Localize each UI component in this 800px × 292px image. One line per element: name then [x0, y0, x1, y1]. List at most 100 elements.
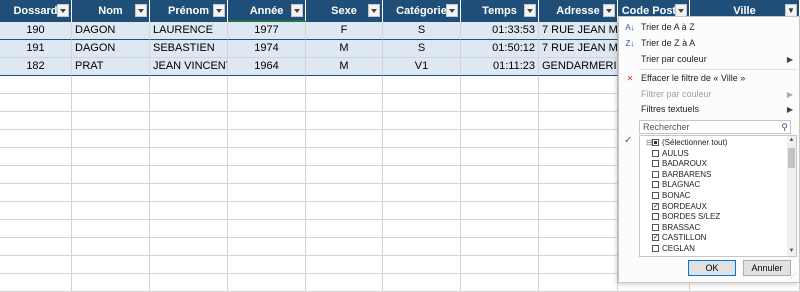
table-cell[interactable]: JEAN VINCENT — [150, 58, 228, 76]
table-cell[interactable] — [539, 202, 618, 220]
filter-value-item[interactable]: BORDES S/LEZ — [640, 212, 780, 222]
column-header[interactable]: Sexe — [306, 0, 383, 22]
table-cell[interactable] — [0, 256, 72, 274]
table-cell[interactable] — [383, 184, 461, 202]
checkbox[interactable] — [652, 149, 659, 157]
table-cell[interactable] — [539, 130, 618, 148]
checkbox[interactable] — [652, 223, 659, 231]
table-cell[interactable] — [0, 274, 72, 292]
table-cell[interactable]: 01:11:23 — [461, 58, 539, 76]
table-cell[interactable] — [306, 256, 383, 274]
table-cell[interactable] — [383, 220, 461, 238]
cancel-button[interactable]: Annuler — [743, 260, 791, 276]
table-cell[interactable] — [461, 112, 539, 130]
table-cell[interactable]: S — [383, 40, 461, 58]
table-cell[interactable] — [461, 148, 539, 166]
table-cell[interactable]: DAGON — [72, 40, 150, 58]
table-cell[interactable] — [150, 94, 228, 112]
table-cell[interactable]: SEBASTIEN — [150, 40, 228, 58]
text-filters-item[interactable]: Filtres textuels ▶ — [619, 102, 799, 117]
table-cell[interactable] — [539, 238, 618, 256]
table-cell[interactable] — [306, 238, 383, 256]
table-cell[interactable] — [72, 148, 150, 166]
table-cell[interactable] — [461, 274, 539, 292]
table-cell[interactable] — [72, 256, 150, 274]
table-cell[interactable] — [228, 76, 306, 94]
table-cell[interactable] — [383, 166, 461, 184]
checkbox[interactable] — [652, 245, 659, 252]
filter-value-item[interactable]: BLAGNAC — [640, 180, 780, 190]
table-cell[interactable] — [539, 148, 618, 166]
table-cell[interactable] — [72, 202, 150, 220]
table-cell[interactable] — [0, 184, 72, 202]
table-cell[interactable] — [383, 76, 461, 94]
column-header[interactable]: Année — [228, 0, 306, 22]
table-cell[interactable] — [539, 220, 618, 238]
filter-dropdown-icon[interactable] — [291, 4, 303, 17]
filter-dropdown-icon[interactable] — [603, 4, 615, 17]
checkbox[interactable] — [652, 170, 659, 178]
table-cell[interactable]: 190 — [0, 22, 72, 40]
table-cell[interactable] — [0, 94, 72, 112]
table-cell[interactable] — [228, 166, 306, 184]
table-cell[interactable] — [539, 94, 618, 112]
resize-grip-icon[interactable]: ⋰ — [790, 272, 797, 280]
table-cell[interactable] — [150, 274, 228, 292]
table-cell[interactable]: M — [306, 58, 383, 76]
table-cell[interactable]: LAURENCE — [150, 22, 228, 40]
table-cell[interactable] — [72, 184, 150, 202]
filter-value-item[interactable]: ✓ BORDEAUX — [640, 202, 780, 212]
table-cell[interactable] — [228, 220, 306, 238]
checkbox[interactable] — [652, 139, 659, 146]
table-cell[interactable]: DAGON — [72, 22, 150, 40]
filter-by-color-item[interactable]: Filtrer par couleur ▶ — [619, 87, 799, 102]
table-cell[interactable] — [0, 130, 72, 148]
column-header[interactable]: Catégorie — [383, 0, 461, 22]
checkbox[interactable] — [652, 181, 659, 189]
table-cell[interactable] — [539, 274, 618, 292]
table-cell[interactable] — [306, 94, 383, 112]
table-cell[interactable] — [461, 130, 539, 148]
table-cell[interactable] — [461, 184, 539, 202]
table-cell[interactable] — [0, 112, 72, 130]
table-cell[interactable] — [306, 274, 383, 292]
table-cell[interactable] — [383, 148, 461, 166]
table-cell[interactable] — [383, 130, 461, 148]
table-cell[interactable] — [72, 166, 150, 184]
table-cell[interactable] — [461, 256, 539, 274]
table-cell[interactable] — [228, 184, 306, 202]
table-cell[interactable] — [306, 220, 383, 238]
sort-z-a-item[interactable]: Z↓ Trier de Z à A — [619, 36, 799, 51]
table-cell[interactable]: 01:50:12 — [461, 40, 539, 58]
table-cell[interactable]: F — [306, 22, 383, 40]
table-cell[interactable] — [461, 166, 539, 184]
table-cell[interactable]: GENDARMERIE DE — [539, 58, 618, 76]
table-cell[interactable] — [461, 76, 539, 94]
filter-value-item[interactable]: AULUS — [640, 149, 780, 159]
table-cell[interactable] — [539, 256, 618, 274]
table-cell[interactable]: PRAT — [72, 58, 150, 76]
table-cell[interactable] — [306, 112, 383, 130]
table-cell[interactable] — [150, 130, 228, 148]
filter-dropdown-icon[interactable] — [57, 4, 69, 17]
filter-value-item[interactable]: BARBARENS — [640, 170, 780, 180]
filter-value-item[interactable]: CEGLAN — [640, 244, 780, 254]
table-cell[interactable]: 1977 — [228, 22, 306, 40]
table-cell[interactable] — [150, 220, 228, 238]
checkbox[interactable]: ✓ — [652, 202, 659, 210]
checkbox[interactable] — [652, 160, 659, 168]
table-cell[interactable] — [306, 130, 383, 148]
values-scrollbar[interactable]: ▲ ▼ — [787, 136, 796, 256]
table-cell[interactable] — [539, 184, 618, 202]
table-cell[interactable]: 01:33:53 — [461, 22, 539, 40]
table-cell[interactable] — [72, 94, 150, 112]
scroll-down-icon[interactable]: ▼ — [787, 247, 796, 256]
search-input[interactable]: Rechercher ⚲ — [639, 120, 791, 134]
table-cell[interactable] — [150, 238, 228, 256]
filter-value-item[interactable]: ⊟ (Sélectionner tout) — [640, 138, 780, 148]
checkbox[interactable]: ✓ — [652, 234, 659, 242]
clear-filter-item[interactable]: ✕ Effacer le filtre de « Ville » — [619, 71, 799, 86]
table-cell[interactable] — [0, 148, 72, 166]
table-cell[interactable]: S — [383, 22, 461, 40]
sort-a-z-item[interactable]: A↓ Trier de A à Z — [619, 20, 799, 35]
